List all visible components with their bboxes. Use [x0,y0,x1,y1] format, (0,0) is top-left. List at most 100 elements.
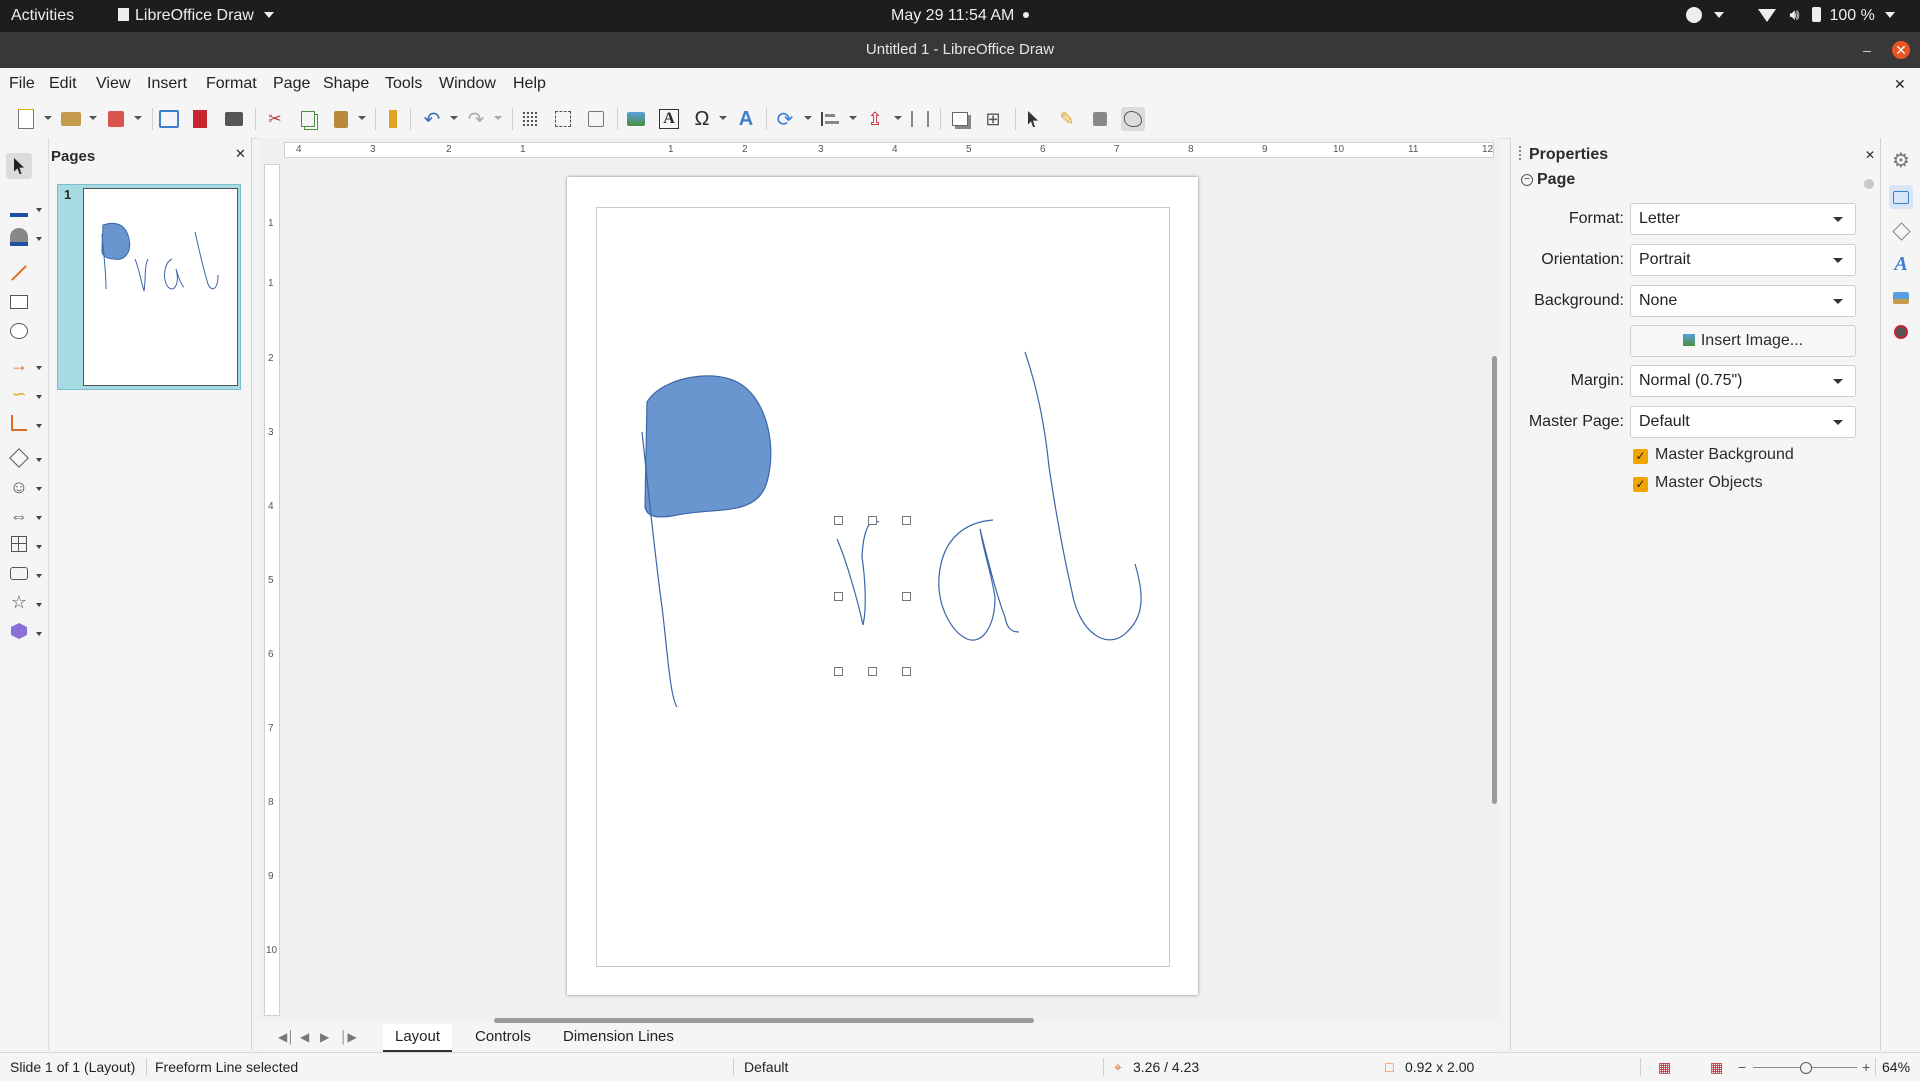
sidebar-grip[interactable] [1519,146,1524,160]
stars-dropdown-arrow[interactable] [36,603,42,607]
3d-objects-icon[interactable] [6,618,32,644]
digital-signature-icon[interactable]: ▦ [1710,1053,1723,1081]
curves-polygons-icon[interactable]: ∽ [6,381,32,407]
format-dropdown[interactable]: Letter [1630,203,1856,235]
print-icon[interactable] [222,107,246,131]
connectors-dropdown-arrow[interactable] [36,424,42,428]
last-layer-icon[interactable]: │▶ [340,1030,357,1044]
next-layer-icon[interactable]: ▶ [320,1030,329,1044]
zoom-out-icon[interactable]: − [1738,1053,1746,1081]
menu-shape[interactable]: Shape [323,68,369,100]
fill-color-icon[interactable] [6,224,32,250]
selection-handle-top-right[interactable] [902,516,911,525]
gallery-deck-icon[interactable] [1889,286,1913,310]
open-folder-icon[interactable] [59,107,83,131]
insert-text-box-icon[interactable]: A [657,107,681,131]
transformations-icon[interactable]: ⟳ [773,107,797,131]
lines-arrows-icon[interactable]: → [6,352,32,378]
master-page-dropdown[interactable]: Default [1630,406,1856,438]
freeform-line-a[interactable] [938,519,1020,641]
callout-shapes-icon[interactable] [6,560,32,586]
vertical-scrollbar-thumb[interactable] [1492,356,1497,804]
fill-color-dropdown-arrow[interactable] [36,237,42,241]
tab-dimension-lines[interactable]: Dimension Lines [551,1024,686,1050]
background-dropdown[interactable]: None [1630,285,1856,317]
more-options-icon[interactable] [1864,179,1874,189]
lines-arrows-dropdown-arrow[interactable] [36,366,42,370]
menu-insert[interactable]: Insert [147,68,187,100]
orientation-dropdown[interactable]: Portrait [1630,244,1856,276]
tab-layout[interactable]: Layout [383,1024,453,1052]
arrange-icon[interactable]: ⇫ [863,107,887,131]
menu-page[interactable]: Page [273,68,310,100]
page-thumbnail-1[interactable]: 1 [57,184,241,390]
menu-help[interactable]: Help [513,68,546,100]
selection-handle-top[interactable] [868,516,877,525]
insert-image-button[interactable]: Insert Image... [1630,325,1856,357]
redo-icon[interactable]: ↷ [464,107,488,131]
symbol-shapes-dropdown-arrow[interactable] [36,487,42,491]
export-icon[interactable] [157,107,181,131]
save-dropdown-arrow[interactable] [134,116,142,120]
freeform-line-r[interactable] [836,520,880,626]
freeform-line-l[interactable] [1024,351,1142,641]
horizontal-scrollbar-thumb[interactable] [494,1018,1034,1023]
collapse-section-icon[interactable]: − [1521,174,1533,186]
document-modified-icon[interactable]: ▦ [1658,1053,1671,1081]
system-status-menu[interactable]: 🔊︎ 100 % [1758,0,1896,32]
close-window-button[interactable]: ✕ [1892,41,1910,59]
horizontal-ruler[interactable] [284,142,1494,158]
crop-icon[interactable]: ⊞ [981,107,1005,131]
properties-deck-icon[interactable] [1889,185,1913,209]
special-character-dropdown-arrow[interactable] [719,116,727,120]
special-character-icon[interactable]: Ω [690,107,714,131]
master-objects-checkbox[interactable]: ✓ [1633,477,1648,492]
selection-handle-left[interactable] [834,592,843,601]
vertical-ruler[interactable] [264,164,280,1016]
close-pages-panel-icon[interactable]: ✕ [235,146,246,162]
rectangle-tool-icon[interactable] [6,289,32,315]
stars-icon[interactable]: ☆ [6,589,32,615]
menu-format[interactable]: Format [206,68,257,100]
curves-dropdown-arrow[interactable] [36,395,42,399]
menu-file[interactable]: File [9,68,35,100]
ellipse-tool-icon[interactable] [6,318,32,344]
paste-dropdown-arrow[interactable] [358,116,366,120]
shapes-deck-icon[interactable] [1889,219,1913,243]
selection-handle-bottom-right[interactable] [902,667,911,676]
basic-shapes-dropdown-arrow[interactable] [36,458,42,462]
margin-dropdown[interactable]: Normal (0.75") [1630,365,1856,397]
menu-tools[interactable]: Tools [385,68,422,100]
minimize-window-button[interactable]: – [1858,41,1876,59]
menu-view[interactable]: View [96,68,130,100]
paste-icon[interactable] [329,107,353,131]
sidebar-settings-gear-icon[interactable]: ⚙ [1889,148,1913,172]
3d-objects-dropdown-arrow[interactable] [36,632,42,636]
helplines-icon[interactable] [551,107,575,131]
connectors-icon[interactable] [6,410,32,436]
line-color-dropdown-arrow[interactable] [36,208,42,212]
styles-deck-icon[interactable]: A [1889,252,1913,276]
previous-layer-icon[interactable]: ◀ [300,1030,309,1044]
block-arrows-icon[interactable]: ⇔ [6,503,32,529]
fontwork-icon[interactable]: A [734,107,758,131]
filled-freeform-shape[interactable] [644,375,772,518]
transformations-dropdown-arrow[interactable] [804,116,812,120]
zoom-in-icon[interactable]: + [1862,1053,1870,1081]
tab-controls[interactable]: Controls [463,1024,543,1050]
navigator-deck-icon[interactable] [1889,320,1913,344]
align-dropdown-arrow[interactable] [849,116,857,120]
copy-icon[interactable] [296,107,320,131]
save-icon[interactable] [104,107,128,131]
show-draw-functions-icon[interactable] [1121,107,1145,131]
selection-handle-right[interactable] [902,592,911,601]
cut-icon[interactable]: ✂ [263,107,287,131]
app-menu-button[interactable]: LibreOffice Draw [118,0,275,32]
clone-formatting-icon[interactable] [381,107,405,131]
points-edit-icon[interactable] [1021,107,1045,131]
master-page-name[interactable]: Default [744,1053,788,1081]
first-layer-icon[interactable]: ◀│ [278,1030,295,1044]
align-objects-icon[interactable] [818,107,842,131]
distribute-icon[interactable] [908,107,932,131]
selection-handle-top-left[interactable] [834,516,843,525]
